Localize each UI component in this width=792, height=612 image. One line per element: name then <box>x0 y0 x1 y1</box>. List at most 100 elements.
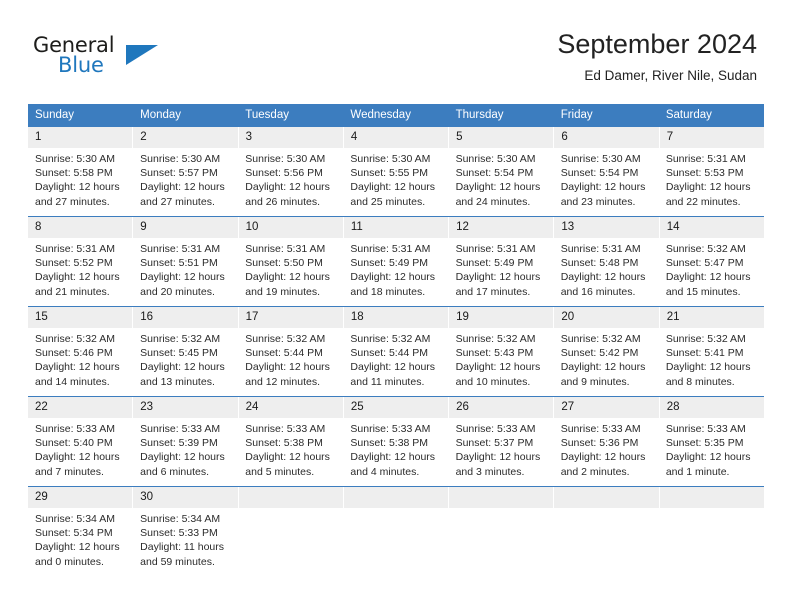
daylight-text-line2: and 11 minutes. <box>350 375 425 388</box>
sunrise-text: Sunrise: 5:30 AM <box>140 153 221 165</box>
daylight-text-line1: Daylight: 12 hours <box>455 451 541 464</box>
day-number[interactable]: 27 <box>554 397 660 418</box>
sunrise-text: Sunrise: 5:32 AM <box>560 333 641 345</box>
day-number[interactable]: 29 <box>28 487 134 508</box>
day-number[interactable]: 9 <box>133 217 239 238</box>
day-cell[interactable]: Sunrise: 5:32 AM Sunset: 5:47 PM Dayligh… <box>659 238 764 306</box>
day-cell[interactable]: Sunrise: 5:32 AM Sunset: 5:43 PM Dayligh… <box>449 328 554 396</box>
sunset-text: Sunset: 5:43 PM <box>455 347 534 360</box>
daylight-text-line1: Daylight: 12 hours <box>560 181 646 194</box>
day-cell[interactable]: Sunrise: 5:33 AM Sunset: 5:40 PM Dayligh… <box>28 418 133 486</box>
sunset-text: Sunset: 5:44 PM <box>245 347 323 360</box>
day-cell[interactable]: Sunrise: 5:31 AM Sunset: 5:49 PM Dayligh… <box>449 238 554 306</box>
sunrise-text: Sunrise: 5:32 AM <box>140 333 221 345</box>
day-cell[interactable]: Sunrise: 5:32 AM Sunset: 5:42 PM Dayligh… <box>554 328 659 396</box>
day-number[interactable]: 10 <box>239 217 344 238</box>
week-detail-row: Sunrise: 5:33 AM Sunset: 5:40 PM Dayligh… <box>28 418 764 486</box>
sunrise-text: Sunrise: 5:30 AM <box>350 153 431 165</box>
page-title: September 2024 <box>557 29 757 59</box>
weekday-wednesday: Wednesday <box>350 109 411 121</box>
day-cell[interactable]: Sunrise: 5:33 AM Sunset: 5:38 PM Dayligh… <box>343 418 448 486</box>
day-number[interactable]: 5 <box>449 127 555 148</box>
daylight-text-line2: and 17 minutes. <box>455 285 531 298</box>
sunset-text: Sunset: 5:45 PM <box>140 347 218 360</box>
daylight-text-line2: and 14 minutes. <box>35 375 110 388</box>
daylight-text-line2: and 7 minutes. <box>35 465 104 478</box>
day-number[interactable]: 12 <box>449 217 555 238</box>
day-number[interactable]: 17 <box>239 307 344 328</box>
day-cell[interactable]: Sunrise: 5:31 AM Sunset: 5:53 PM Dayligh… <box>659 148 764 216</box>
day-number[interactable]: 18 <box>344 307 450 328</box>
day-number[interactable]: 7 <box>660 127 764 148</box>
day-cell[interactable]: Sunrise: 5:33 AM Sunset: 5:38 PM Dayligh… <box>238 418 343 486</box>
day-number[interactable]: 16 <box>133 307 239 328</box>
day-cell[interactable]: Sunrise: 5:30 AM Sunset: 5:57 PM Dayligh… <box>133 148 238 216</box>
sunset-text: Sunset: 5:50 PM <box>245 257 323 270</box>
day-cell-empty <box>238 508 343 576</box>
day-number[interactable]: 23 <box>133 397 239 418</box>
week-row: 22 23 24 25 26 27 28 Sunrise: 5:33 AM Su… <box>28 396 764 486</box>
day-cell[interactable]: Sunrise: 5:30 AM Sunset: 5:55 PM Dayligh… <box>343 148 448 216</box>
day-number[interactable]: 22 <box>28 397 134 418</box>
day-cell[interactable]: Sunrise: 5:34 AM Sunset: 5:33 PM Dayligh… <box>133 508 238 576</box>
day-cell[interactable]: Sunrise: 5:31 AM Sunset: 5:48 PM Dayligh… <box>554 238 659 306</box>
day-number[interactable]: 26 <box>449 397 555 418</box>
day-number[interactable]: 8 <box>28 217 134 238</box>
sunrise-text: Sunrise: 5:32 AM <box>455 333 536 345</box>
sunrise-text: Sunrise: 5:31 AM <box>350 243 431 255</box>
general-blue-logo[interactable]: General Blue <box>33 34 183 80</box>
day-cell[interactable]: Sunrise: 5:30 AM Sunset: 5:54 PM Dayligh… <box>449 148 554 216</box>
daylight-text-line2: and 59 minutes. <box>140 555 215 568</box>
day-number[interactable]: 28 <box>660 397 764 418</box>
daylight-text-line2: and 25 minutes. <box>350 195 426 208</box>
day-number[interactable]: 11 <box>344 217 450 238</box>
day-cell-empty <box>659 508 764 576</box>
day-cell[interactable]: Sunrise: 5:30 AM Sunset: 5:58 PM Dayligh… <box>28 148 133 216</box>
week-detail-row: Sunrise: 5:34 AM Sunset: 5:34 PM Dayligh… <box>28 508 764 576</box>
sunset-text: Sunset: 5:54 PM <box>560 167 639 180</box>
sunrise-text: Sunrise: 5:31 AM <box>140 243 221 255</box>
sunset-text: Sunset: 5:35 PM <box>665 437 744 450</box>
day-number[interactable]: 14 <box>660 217 764 238</box>
week-row: 29 30 Sunrise: 5:34 AM Sunset: 5:34 PM D… <box>28 486 764 576</box>
day-number[interactable]: 13 <box>554 217 660 238</box>
day-cell[interactable]: Sunrise: 5:33 AM Sunset: 5:37 PM Dayligh… <box>449 418 554 486</box>
day-cell[interactable]: Sunrise: 5:30 AM Sunset: 5:54 PM Dayligh… <box>554 148 659 216</box>
day-cell[interactable]: Sunrise: 5:33 AM Sunset: 5:39 PM Dayligh… <box>133 418 238 486</box>
day-number[interactable]: 4 <box>344 127 450 148</box>
sunrise-text: Sunrise: 5:32 AM <box>665 243 746 255</box>
day-number[interactable]: 15 <box>28 307 134 328</box>
day-cell[interactable]: Sunrise: 5:31 AM Sunset: 5:49 PM Dayligh… <box>343 238 448 306</box>
daylight-text-line2: and 22 minutes. <box>665 195 741 208</box>
day-number[interactable]: 20 <box>554 307 660 328</box>
day-cell[interactable]: Sunrise: 5:32 AM Sunset: 5:45 PM Dayligh… <box>133 328 238 396</box>
day-number[interactable]: 25 <box>344 397 450 418</box>
day-cell[interactable]: Sunrise: 5:32 AM Sunset: 5:44 PM Dayligh… <box>238 328 343 396</box>
daylight-text-line2: and 9 minutes. <box>560 375 630 388</box>
day-number[interactable]: 6 <box>554 127 660 148</box>
day-number[interactable]: 1 <box>28 127 134 148</box>
day-cell[interactable]: Sunrise: 5:33 AM Sunset: 5:35 PM Dayligh… <box>659 418 764 486</box>
day-number[interactable]: 30 <box>133 487 239 508</box>
day-cell[interactable]: Sunrise: 5:34 AM Sunset: 5:34 PM Dayligh… <box>28 508 133 576</box>
day-cell[interactable]: Sunrise: 5:31 AM Sunset: 5:51 PM Dayligh… <box>133 238 238 306</box>
day-cell[interactable]: Sunrise: 5:30 AM Sunset: 5:56 PM Dayligh… <box>238 148 343 216</box>
day-cell[interactable]: Sunrise: 5:31 AM Sunset: 5:50 PM Dayligh… <box>238 238 343 306</box>
day-cell[interactable]: Sunrise: 5:31 AM Sunset: 5:52 PM Dayligh… <box>28 238 133 306</box>
day-cell[interactable]: Sunrise: 5:33 AM Sunset: 5:36 PM Dayligh… <box>554 418 659 486</box>
day-cell[interactable]: Sunrise: 5:32 AM Sunset: 5:46 PM Dayligh… <box>28 328 133 396</box>
day-number[interactable]: 21 <box>660 307 764 328</box>
day-number[interactable]: 3 <box>239 127 344 148</box>
daylight-text-line1: Daylight: 12 hours <box>350 361 436 374</box>
day-number[interactable]: 19 <box>449 307 555 328</box>
sunrise-text: Sunrise: 5:34 AM <box>35 513 115 525</box>
sunset-text: Sunset: 5:55 PM <box>350 167 429 180</box>
day-cell[interactable]: Sunrise: 5:32 AM Sunset: 5:44 PM Dayligh… <box>343 328 448 396</box>
sunset-text: Sunset: 5:38 PM <box>350 437 429 450</box>
day-number-empty <box>660 487 764 508</box>
day-number[interactable]: 2 <box>133 127 239 148</box>
calendar-grid: Sunday Monday Tuesday Wednesday Thursday… <box>28 104 764 576</box>
day-number[interactable]: 24 <box>239 397 344 418</box>
day-cell[interactable]: Sunrise: 5:32 AM Sunset: 5:41 PM Dayligh… <box>659 328 764 396</box>
weekday-header-row: Sunday Monday Tuesday Wednesday Thursday… <box>28 104 764 126</box>
